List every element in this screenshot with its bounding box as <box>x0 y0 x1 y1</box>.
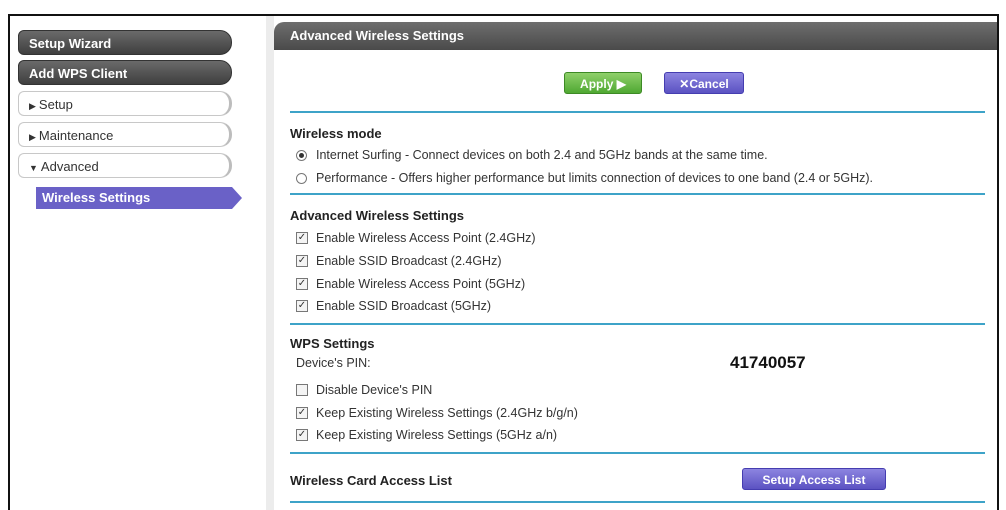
device-pin-value: 41740057 <box>730 353 806 372</box>
checkbox-checked[interactable]: ✓ <box>296 429 308 441</box>
option-label: Internet Surfing - Connect devices on bo… <box>316 148 768 162</box>
checkbox-label: Disable Device's PIN <box>316 383 433 397</box>
sidebar-item-setup-wizard[interactable]: Setup Wizard <box>18 30 232 55</box>
sidebar-item-setup[interactable]: ▶ Setup <box>18 91 232 116</box>
page-title: Advanced Wireless Settings <box>274 22 997 50</box>
x-icon: ✕ <box>679 77 690 91</box>
triangle-right-icon: ▶ <box>29 101 36 111</box>
checkbox-checked[interactable]: ✓ <box>296 278 308 290</box>
triangle-right-icon: ▶ <box>29 132 36 142</box>
checkbox-ssid-broadcast-5[interactable]: ✓ Enable SSID Broadcast (5GHz) <box>296 299 491 313</box>
sidebar-item-add-wps-client[interactable]: Add WPS Client <box>18 60 232 85</box>
option-label: Performance - Offers higher performance … <box>316 171 873 185</box>
cancel-button[interactable]: ✕Cancel <box>664 72 744 94</box>
checkbox-label: Enable SSID Broadcast (2.4GHz) <box>316 254 502 268</box>
wireless-card-access-list-title: Wireless Card Access List <box>290 473 452 488</box>
wps-settings-title: WPS Settings <box>290 336 375 351</box>
sidebar-item-advanced[interactable]: ▼ Advanced <box>18 153 232 178</box>
checkbox-label: Keep Existing Wireless Settings (5GHz a/… <box>316 428 558 442</box>
sidebar: Setup Wizard Add WPS Client ▶ Setup ▶ Main… <box>10 16 266 510</box>
section-divider <box>290 452 985 454</box>
checkbox-label: Enable Wireless Access Point (2.4GHz) <box>316 231 536 245</box>
setup-access-list-button[interactable]: Setup Access List <box>742 468 886 490</box>
cancel-label: Cancel <box>689 77 729 91</box>
section-divider <box>290 323 985 325</box>
checkbox-enable-ap-24[interactable]: ✓ Enable Wireless Access Point (2.4GHz) <box>296 231 536 245</box>
checkbox-label: Keep Existing Wireless Settings (2.4GHz … <box>316 406 578 420</box>
section-divider <box>290 193 985 195</box>
sidebar-item-maintenance[interactable]: ▶ Maintenance <box>18 122 232 147</box>
triangle-down-icon: ▼ <box>29 163 38 173</box>
wireless-mode-option-internet-surfing[interactable]: Internet Surfing - Connect devices on bo… <box>296 148 768 162</box>
wireless-mode-title: Wireless mode <box>290 126 382 141</box>
sidebar-item-wireless-settings[interactable]: Wireless Settings <box>36 187 242 209</box>
checkbox-label: Enable Wireless Access Point (5GHz) <box>316 277 526 291</box>
sidebar-item-label: Maintenance <box>38 128 114 143</box>
checkbox-checked[interactable]: ✓ <box>296 300 308 312</box>
radio-button[interactable] <box>296 172 307 184</box>
checkbox-checked[interactable]: ✓ <box>296 232 308 244</box>
apply-button[interactable]: Apply ▶ <box>564 72 642 94</box>
sidebar-item-label: Advanced <box>40 159 99 174</box>
checkbox-label: Enable SSID Broadcast (5GHz) <box>316 299 492 313</box>
checkbox-disable-device-pin[interactable]: Disable Device's PIN <box>296 383 432 397</box>
advanced-wireless-title: Advanced Wireless Settings <box>290 208 464 223</box>
checkbox-checked[interactable]: ✓ <box>296 255 308 267</box>
section-divider <box>290 501 985 503</box>
checkbox-unchecked[interactable] <box>296 384 308 396</box>
checkbox-keep-settings-24[interactable]: ✓ Keep Existing Wireless Settings (2.4GH… <box>296 406 578 420</box>
radio-button-selected[interactable] <box>296 149 307 161</box>
sidebar-item-label: Setup <box>38 97 73 112</box>
checkbox-enable-ap-5[interactable]: ✓ Enable Wireless Access Point (5GHz) <box>296 277 525 291</box>
sidebar-divider <box>266 16 274 510</box>
wireless-mode-option-performance[interactable]: Performance - Offers higher performance … <box>296 171 873 185</box>
main-panel: Advanced Wireless Settings Apply ▶ ✕Canc… <box>274 16 997 510</box>
section-divider <box>290 111 985 113</box>
checkbox-checked[interactable]: ✓ <box>296 407 308 419</box>
checkbox-ssid-broadcast-24[interactable]: ✓ Enable SSID Broadcast (2.4GHz) <box>296 254 502 268</box>
checkbox-keep-settings-5[interactable]: ✓ Keep Existing Wireless Settings (5GHz … <box>296 428 557 442</box>
router-admin-window: Setup Wizard Add WPS Client ▶ Setup ▶ Main… <box>8 14 999 510</box>
device-pin-label: Device's PIN: <box>296 356 371 370</box>
